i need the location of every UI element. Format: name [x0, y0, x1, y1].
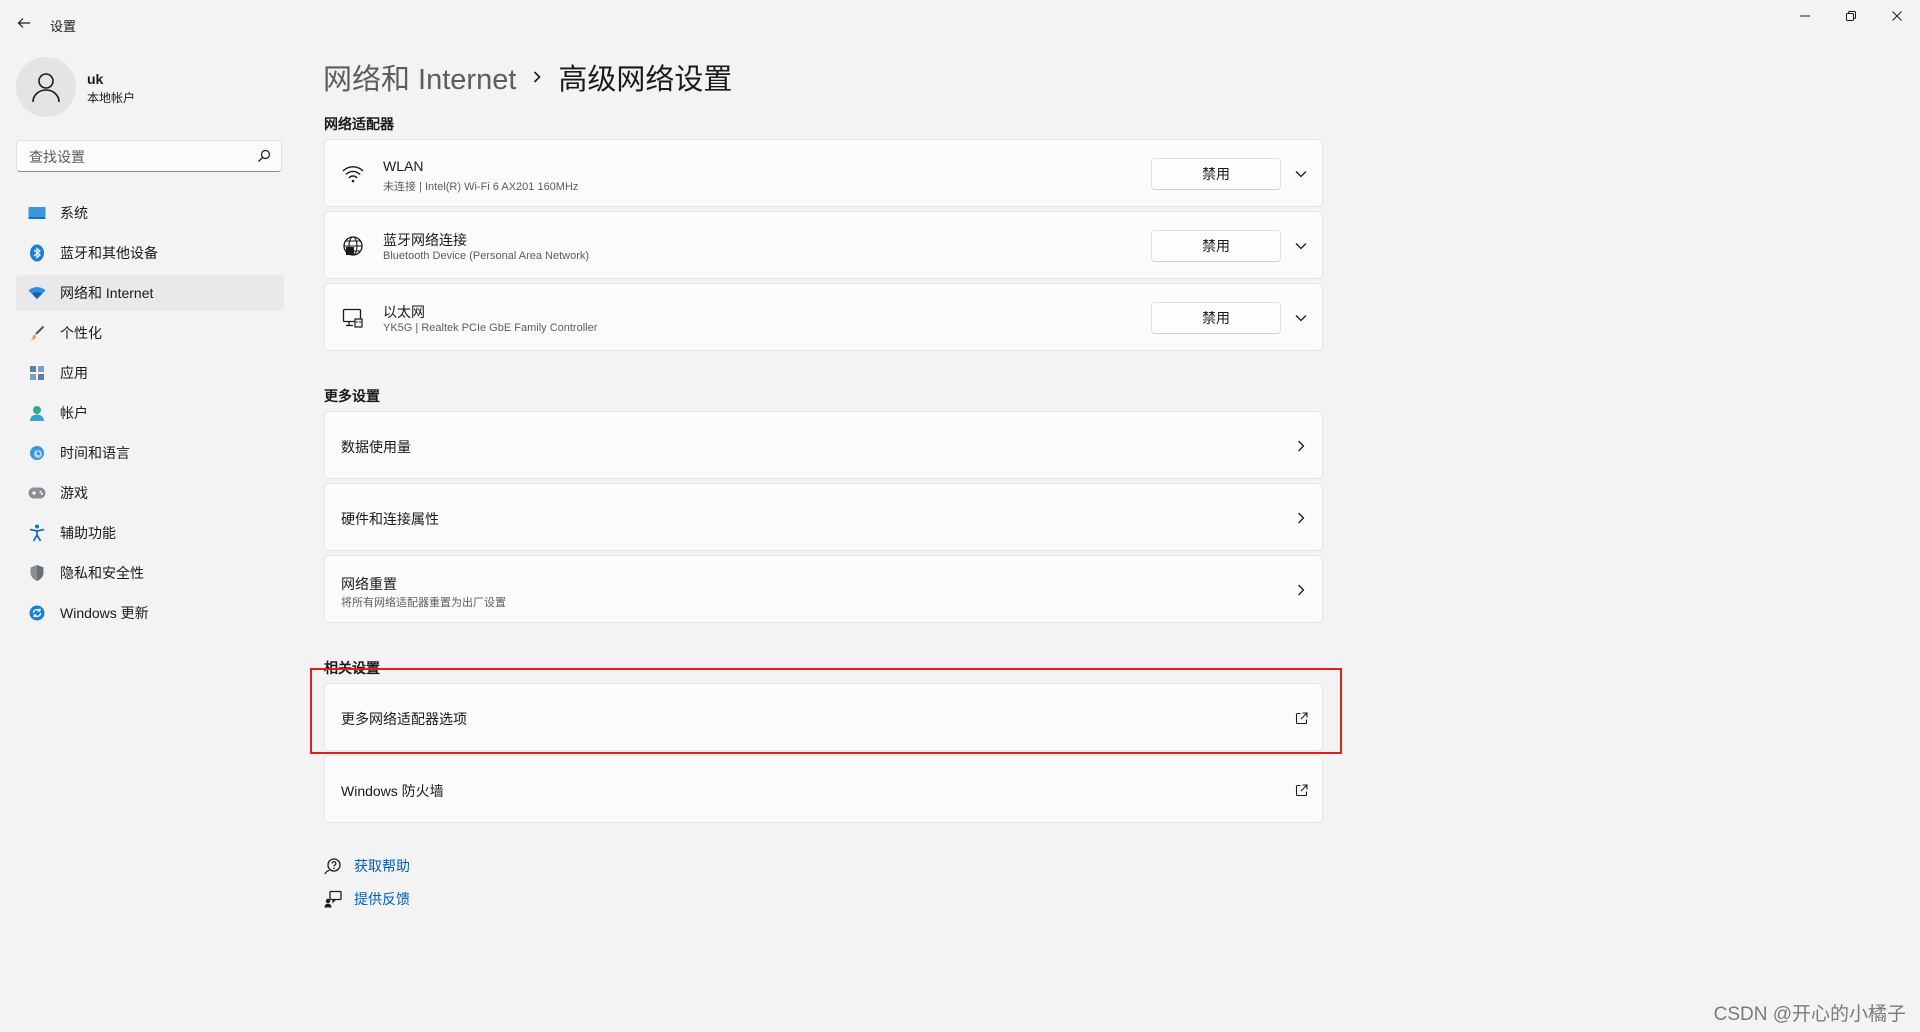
- apps-icon: [27, 363, 47, 383]
- wifi-icon: [341, 162, 365, 186]
- sidebar-item-privacy[interactable]: 隐私和安全性: [16, 555, 284, 591]
- external-link-icon: [1291, 708, 1311, 728]
- update-icon: [27, 603, 47, 623]
- avatar[interactable]: [16, 57, 76, 117]
- bluetooth-icon: [27, 243, 47, 263]
- help-icon: [324, 858, 341, 875]
- sidebar-item-label: 游戏: [60, 485, 88, 501]
- adapter-detail: YK5G | Realtek PCIe GbE Family Controlle…: [383, 322, 598, 334]
- brush-icon: [27, 323, 47, 343]
- accessibility-icon: [27, 523, 47, 543]
- sidebar-item-personalization[interactable]: 个性化: [16, 315, 284, 351]
- close-button[interactable]: [1874, 0, 1920, 32]
- get-help-label: 获取帮助: [354, 858, 410, 874]
- section-heading-related-settings: 相关设置: [324, 660, 380, 676]
- chevron-right-icon: [532, 70, 542, 84]
- adapter-card-wlan[interactable]: WLAN 未连接 | Intel(R) Wi-Fi 6 AX201 160MHz…: [324, 139, 1323, 207]
- external-link-icon: [1291, 780, 1311, 800]
- adapter-name: WLAN: [383, 158, 424, 174]
- feedback-icon: [324, 890, 342, 908]
- sidebar-item-label: 个性化: [60, 325, 102, 341]
- adapter-card-ethernet[interactable]: 以太网 YK5G | Realtek PCIe GbE Family Contr…: [324, 283, 1323, 351]
- search-box[interactable]: [16, 140, 282, 173]
- shield-icon: [27, 563, 47, 583]
- adapter-detail: Bluetooth Device (Personal Area Network): [383, 250, 590, 262]
- sidebar-item-network[interactable]: 网络和 Internet: [16, 275, 284, 311]
- user-name: uk: [87, 71, 104, 87]
- account-type: 本地帐户: [87, 91, 136, 105]
- chevron-down-icon[interactable]: [1291, 164, 1311, 184]
- gaming-icon: [27, 483, 47, 503]
- user-icon: [32, 73, 60, 103]
- sidebar-item-label: 系统: [60, 205, 88, 221]
- globe-icon: [341, 234, 365, 258]
- disable-button[interactable]: 禁用: [1151, 158, 1281, 190]
- chevron-right-icon: [1291, 436, 1311, 456]
- back-button[interactable]: [10, 10, 38, 36]
- settings-card-windows-firewall[interactable]: Windows 防火墙: [324, 755, 1323, 823]
- adapter-detail: 未连接 | Intel(R) Wi-Fi 6 AX201 160MHz: [383, 181, 579, 193]
- sidebar-item-time-language[interactable]: 时间和语言: [16, 435, 284, 471]
- restore-icon: [1846, 11, 1856, 21]
- card-subtitle: 将所有网络适配器重置为出厂设置: [341, 597, 506, 609]
- search-input[interactable]: [27, 141, 251, 173]
- card-title: 更多网络适配器选项: [341, 711, 467, 727]
- sidebar-item-label: 辅助功能: [60, 525, 116, 541]
- sidebar-item-apps[interactable]: 应用: [16, 355, 284, 391]
- sidebar-item-label: 帐户: [60, 405, 88, 421]
- minimize-button[interactable]: [1782, 0, 1828, 32]
- adapter-name: 以太网: [383, 304, 425, 320]
- sidebar-item-system[interactable]: 系统: [16, 195, 284, 231]
- card-title: 数据使用量: [341, 439, 411, 455]
- account-icon: [27, 403, 47, 423]
- card-title: Windows 防火墙: [341, 783, 444, 799]
- sidebar-item-label: Windows 更新: [60, 605, 149, 621]
- adapter-name: 蓝牙网络连接: [383, 232, 467, 248]
- settings-card-network-reset[interactable]: 网络重置 将所有网络适配器重置为出厂设置: [324, 555, 1323, 623]
- settings-card-more-adapter-options[interactable]: 更多网络适配器选项: [324, 683, 1323, 751]
- time-language-icon: [27, 443, 47, 463]
- breadcrumb: 网络和 Internet 高级网络设置: [323, 56, 732, 98]
- sidebar-item-accessibility[interactable]: 辅助功能: [16, 515, 284, 551]
- sidebar-item-bluetooth[interactable]: 蓝牙和其他设备: [16, 235, 284, 271]
- sidebar-item-windows-update[interactable]: Windows 更新: [16, 595, 284, 631]
- search-icon[interactable]: [257, 149, 271, 163]
- chevron-down-icon[interactable]: [1291, 308, 1311, 328]
- card-title: 网络重置: [341, 576, 397, 592]
- disable-button[interactable]: 禁用: [1151, 230, 1281, 262]
- restore-button[interactable]: [1828, 0, 1874, 32]
- section-heading-adapters: 网络适配器: [324, 116, 394, 132]
- title-bar: [0, 0, 1920, 46]
- system-icon: [27, 203, 47, 223]
- close-icon: [1892, 11, 1902, 21]
- chevron-right-icon: [1291, 580, 1311, 600]
- get-help-link[interactable]: 获取帮助: [324, 856, 410, 876]
- sidebar-item-label: 网络和 Internet: [60, 285, 154, 301]
- sidebar-item-label: 蓝牙和其他设备: [60, 245, 158, 261]
- sidebar-item-accounts[interactable]: 帐户: [16, 395, 284, 431]
- sidebar-item-label: 时间和语言: [60, 445, 130, 461]
- window-title: 设置: [50, 19, 77, 34]
- card-title: 硬件和连接属性: [341, 511, 439, 527]
- settings-card-hardware-properties[interactable]: 硬件和连接属性: [324, 483, 1323, 551]
- watermark: CSDN @开心的小橘子: [1713, 1004, 1906, 1025]
- back-arrow-icon: [17, 18, 30, 28]
- network-icon: [27, 283, 47, 303]
- chevron-right-icon: [1291, 508, 1311, 528]
- sidebar-item-label: 应用: [60, 365, 88, 381]
- feedback-link[interactable]: 提供反馈: [324, 889, 410, 909]
- page-title: 高级网络设置: [558, 64, 733, 96]
- section-heading-more-settings: 更多设置: [324, 388, 380, 404]
- disable-button[interactable]: 禁用: [1151, 302, 1281, 334]
- settings-card-data-usage[interactable]: 数据使用量: [324, 411, 1323, 479]
- chevron-down-icon[interactable]: [1291, 236, 1311, 256]
- adapter-card-bluetooth[interactable]: 蓝牙网络连接 Bluetooth Device (Personal Area N…: [324, 211, 1323, 279]
- ethernet-icon: [341, 306, 365, 330]
- sidebar-item-gaming[interactable]: 游戏: [16, 475, 284, 511]
- minimize-icon: [1800, 15, 1810, 17]
- breadcrumb-parent[interactable]: 网络和 Internet: [323, 56, 516, 98]
- sidebar-item-label: 隐私和安全性: [60, 565, 144, 581]
- feedback-label: 提供反馈: [354, 891, 410, 907]
